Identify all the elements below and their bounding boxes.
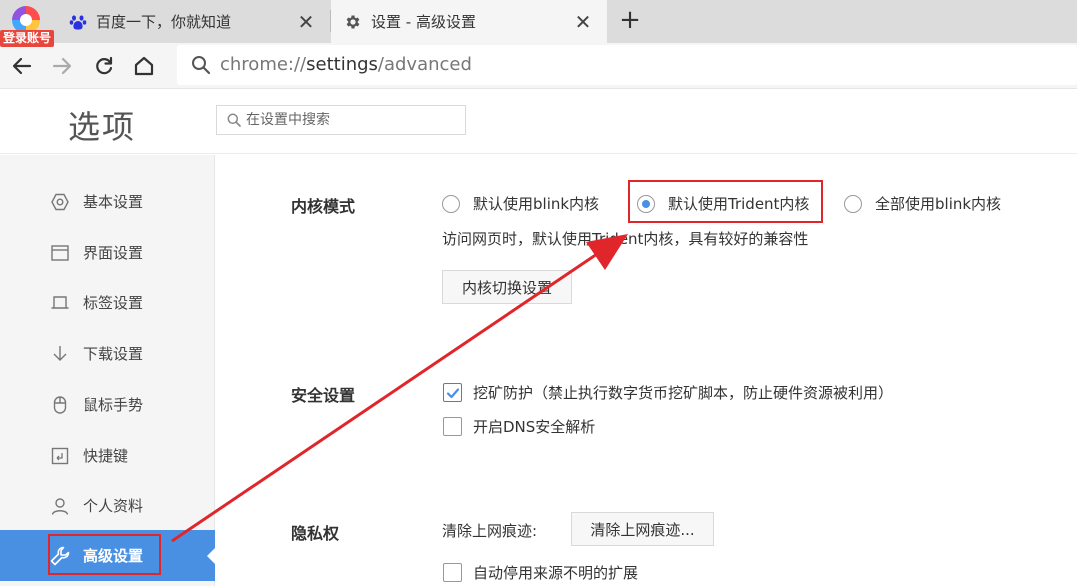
section-label-privacy: 隐私权 <box>291 524 340 543</box>
sidebar-item-label: 基本设置 <box>83 193 144 211</box>
sidebar-item-label: 下载设置 <box>83 345 144 363</box>
reload-icon <box>96 56 113 75</box>
sidebar-item-label: 高级设置 <box>83 547 144 565</box>
sidebar-item-interface[interactable]: 界面设置 <box>0 227 215 278</box>
active-indicator <box>207 548 215 564</box>
clear-history-button[interactable]: 清除上网痕迹... <box>571 512 714 546</box>
checkbox-label: 挖矿防护（禁止执行数字货币挖矿脚本，防止硬件资源被利用） <box>473 384 894 402</box>
back-button[interactable] <box>8 52 36 80</box>
kernel-switch-button[interactable]: 内核切换设置 <box>442 270 572 304</box>
sidebar-item-label: 个人资料 <box>83 497 144 515</box>
address-bar[interactable]: chrome://settings/advanced <box>177 45 1077 85</box>
browser-logo-center <box>20 14 32 26</box>
checkbox-auto-disable-extensions[interactable]: 自动停用来源不明的扩展 <box>443 562 638 583</box>
search-icon <box>191 55 211 79</box>
tab-icon <box>49 292 71 314</box>
radio-label: 默认使用Trident内核 <box>668 195 810 213</box>
url-text: chrome://settings/advanced <box>220 54 472 75</box>
settings-search[interactable] <box>216 105 466 135</box>
browser-window: 登录账号 百度一下，你就知道 ✕ 设置 - 高级设置 ✕ + chrome://… <box>0 0 1077 586</box>
sidebar-item-label: 标签设置 <box>83 294 144 312</box>
search-icon <box>227 113 241 127</box>
checkbox-checked[interactable] <box>443 383 462 402</box>
radio-circle-selected[interactable] <box>637 194 655 213</box>
baidu-paw-icon <box>68 12 88 32</box>
arrow-left-icon <box>12 57 32 75</box>
sidebar-item-advanced[interactable]: 高级设置 <box>0 530 215 581</box>
gear-icon <box>343 12 363 32</box>
person-icon <box>49 495 71 517</box>
sidebar: 基本设置 界面设置 标签设置 下载设置 鼠标手势 快捷键 个人资料 高级设置 <box>0 155 215 586</box>
radio-circle[interactable] <box>844 194 862 213</box>
arrow-right-icon <box>52 57 72 75</box>
radio-circle[interactable] <box>442 194 460 213</box>
checkbox-dns[interactable]: 开启DNS安全解析 <box>443 416 595 437</box>
settings-header: 选项 <box>0 90 1077 154</box>
checkbox-label: 自动停用来源不明的扩展 <box>473 564 639 582</box>
checkbox-unchecked[interactable] <box>443 417 462 436</box>
page-title: 选项 <box>68 108 137 146</box>
checkbox-unchecked[interactable] <box>443 563 462 582</box>
url-path: /advanced <box>377 54 472 75</box>
check-icon <box>446 387 459 398</box>
radio-label: 全部使用blink内核 <box>875 195 1002 213</box>
download-icon <box>49 343 71 365</box>
sidebar-item-label: 鼠标手势 <box>83 396 144 414</box>
radio-label: 默认使用blink内核 <box>473 195 600 213</box>
home-icon <box>134 56 154 76</box>
sidebar-item-label: 界面设置 <box>83 244 144 262</box>
sidebar-item-basic[interactable]: 基本设置 <box>0 176 215 227</box>
clear-history-label: 清除上网痕迹: <box>442 522 538 540</box>
sidebar-item-label: 快捷键 <box>83 447 129 465</box>
sidebar-item-mouse[interactable]: 鼠标手势 <box>0 379 215 430</box>
shortcut-icon <box>49 445 71 467</box>
mouse-icon <box>49 394 71 416</box>
url-scheme: chrome:// <box>220 54 307 75</box>
settings-search-input[interactable] <box>246 112 446 128</box>
tab-close-icon[interactable]: ✕ <box>294 10 318 34</box>
hexagon-icon <box>49 191 71 213</box>
tab-title: 百度一下，你就知道 <box>96 13 232 31</box>
radio-blink-default[interactable]: 默认使用blink内核 <box>442 193 599 214</box>
checkbox-label: 开启DNS安全解析 <box>473 418 596 436</box>
tab-title: 设置 - 高级设置 <box>371 13 476 31</box>
sidebar-item-profile[interactable]: 个人资料 <box>0 480 215 531</box>
url-host: settings <box>306 54 378 75</box>
sidebar-item-tabs[interactable]: 标签设置 <box>0 277 215 328</box>
section-label-kernel: 内核模式 <box>291 197 356 216</box>
sidebar-item-download[interactable]: 下载设置 <box>0 328 215 379</box>
toolbar: chrome://settings/advanced <box>0 43 1077 89</box>
home-button[interactable] <box>130 52 158 80</box>
tab-baidu[interactable]: 百度一下，你就知道 ✕ <box>58 0 330 43</box>
forward-button[interactable] <box>48 52 76 80</box>
reload-button[interactable] <box>90 52 118 80</box>
radio-trident-default[interactable]: 默认使用Trident内核 <box>637 193 809 214</box>
new-tab-button[interactable]: + <box>617 7 643 34</box>
window-icon <box>49 242 71 264</box>
tab-settings[interactable]: 设置 - 高级设置 ✕ <box>331 0 607 43</box>
wrench-icon <box>49 545 71 567</box>
tab-strip: 登录账号 百度一下，你就知道 ✕ 设置 - 高级设置 ✕ + <box>0 0 1077 47</box>
section-label-security: 安全设置 <box>291 386 356 405</box>
sidebar-item-shortcuts[interactable]: 快捷键 <box>0 430 215 481</box>
tab-close-icon[interactable]: ✕ <box>571 10 595 34</box>
checkbox-mining-protection[interactable]: 挖矿防护（禁止执行数字货币挖矿脚本，防止硬件资源被利用） <box>443 382 893 403</box>
kernel-description: 访问网页时，默认使用Trident内核，具有较好的兼容性 <box>442 230 809 248</box>
login-badge[interactable]: 登录账号 <box>0 30 55 47</box>
radio-blink-all[interactable]: 全部使用blink内核 <box>844 193 1001 214</box>
